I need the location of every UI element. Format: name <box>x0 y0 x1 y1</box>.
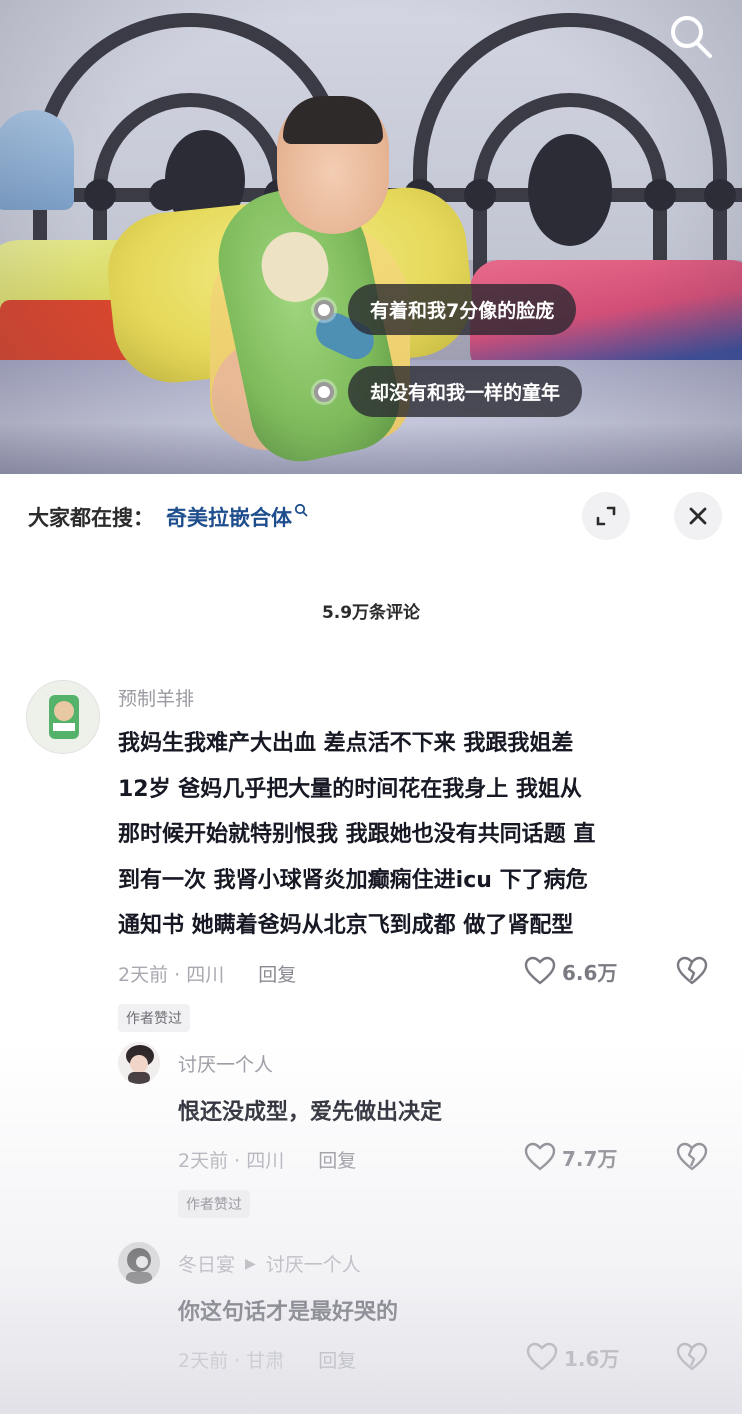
expand-icon <box>596 506 616 526</box>
avatar[interactable] <box>26 680 100 754</box>
heart-icon <box>524 1142 556 1171</box>
comment-line: 我妈生我难产大出血 差点活不下来 我跟我姐差 <box>118 731 574 756</box>
comment-line: 到有一次 我肾小球肾炎加癫痫住进icu 下了病危 <box>118 867 588 893</box>
expand-button[interactable] <box>582 492 630 540</box>
comment-time-location: 2天前 · 四川 <box>178 1150 285 1172</box>
dislike-button[interactable] <box>676 1142 708 1176</box>
comment-text: 我妈生我难产大出血 差点活不下来 我跟我姐差 12岁 爸妈几乎把大量的时间花在我… <box>118 721 595 949</box>
caption-dot-icon <box>314 381 334 402</box>
trending-keyword[interactable]: 奇美拉嵌合体 <box>166 502 292 532</box>
reply-header: 冬日宴 ▶ 讨厌一个人 <box>178 1250 361 1277</box>
search-button[interactable] <box>662 10 722 62</box>
keyword-search-icon <box>294 503 308 521</box>
comment-line: 那时候开始就特别恨我 我跟她也没有共同话题 直 <box>118 822 596 847</box>
like-button[interactable]: 6.6万 <box>524 956 617 986</box>
comment-username[interactable]: 讨厌一个人 <box>178 1050 273 1077</box>
like-button[interactable]: 7.7万 <box>524 1142 617 1172</box>
comment-time-location: 2天前 · 四川 <box>118 964 225 986</box>
video-player[interactable]: 有着和我7分像的脸庞 却没有和我一样的童年 <box>0 0 742 474</box>
search-icon <box>671 16 712 58</box>
comment-line: 12岁 爸妈几乎把大量的时间花在我身上 我姐从 <box>118 776 582 802</box>
comment-meta: 2天前 · 四川 回复 <box>178 1146 356 1173</box>
comment-time-location: 2天前 · 甘肃 <box>178 1350 285 1372</box>
reply-button[interactable]: 回复 <box>318 1346 356 1373</box>
trending-label: 大家都在搜： <box>28 506 154 530</box>
comment-username[interactable]: 预制羊排 <box>118 684 194 711</box>
avatar-image <box>49 695 79 739</box>
avatar-image <box>118 1242 160 1284</box>
comment-panel: 大家都在搜： 奇美拉嵌合体 5.9万条评论 预制羊排 我妈生我难产大出血 差点活… <box>0 474 742 1414</box>
caption-text: 却没有和我一样的童年 <box>348 366 583 417</box>
heart-icon <box>526 1342 558 1371</box>
like-count: 7.7万 <box>562 1146 618 1171</box>
video-caption-2: 却没有和我一样的童年 <box>314 366 583 417</box>
caption-dot-icon <box>314 299 334 320</box>
reply-button[interactable]: 回复 <box>318 1146 356 1173</box>
broken-heart-icon <box>676 956 708 985</box>
comment-text: 你这句话才是最好哭的 <box>178 1300 399 1325</box>
broken-heart-icon <box>676 1342 708 1371</box>
broken-heart-icon <box>676 1142 708 1171</box>
reply-to-username[interactable]: 讨厌一个人 <box>266 1250 361 1277</box>
reply-button[interactable]: 回复 <box>258 960 296 987</box>
comment-line: 通知书 她瞒着爸妈从北京飞到成都 做了肾配型 <box>118 913 574 938</box>
avatar[interactable] <box>118 1242 160 1284</box>
close-button[interactable] <box>674 492 722 540</box>
comment-count: 5.9万条评论 <box>321 603 421 623</box>
author-liked-badge: 作者赞过 <box>118 1004 190 1032</box>
reply-arrow-icon: ▶ <box>245 1255 256 1272</box>
comment-meta: 2天前 · 四川 回复 <box>118 960 296 987</box>
comment-username[interactable]: 冬日宴 <box>178 1250 235 1277</box>
avatar[interactable] <box>118 1042 160 1084</box>
heart-icon <box>524 956 556 985</box>
caption-text: 有着和我7分像的脸庞 <box>348 284 577 335</box>
avatar-image <box>118 1042 160 1084</box>
like-count: 1.6万 <box>564 1346 620 1371</box>
trending-search[interactable]: 大家都在搜： 奇美拉嵌合体 <box>28 502 308 532</box>
like-count: 6.6万 <box>562 960 618 985</box>
dislike-button[interactable] <box>676 956 708 990</box>
author-liked-badge: 作者赞过 <box>178 1190 250 1218</box>
like-button[interactable]: 1.6万 <box>526 1342 619 1372</box>
comment-text: 恨还没成型，爱先做出决定 <box>178 1100 443 1125</box>
video-caption-1: 有着和我7分像的脸庞 <box>314 284 577 335</box>
close-icon <box>689 507 707 525</box>
dislike-button[interactable] <box>676 1342 708 1376</box>
comment-meta: 2天前 · 甘肃 回复 <box>178 1346 356 1373</box>
